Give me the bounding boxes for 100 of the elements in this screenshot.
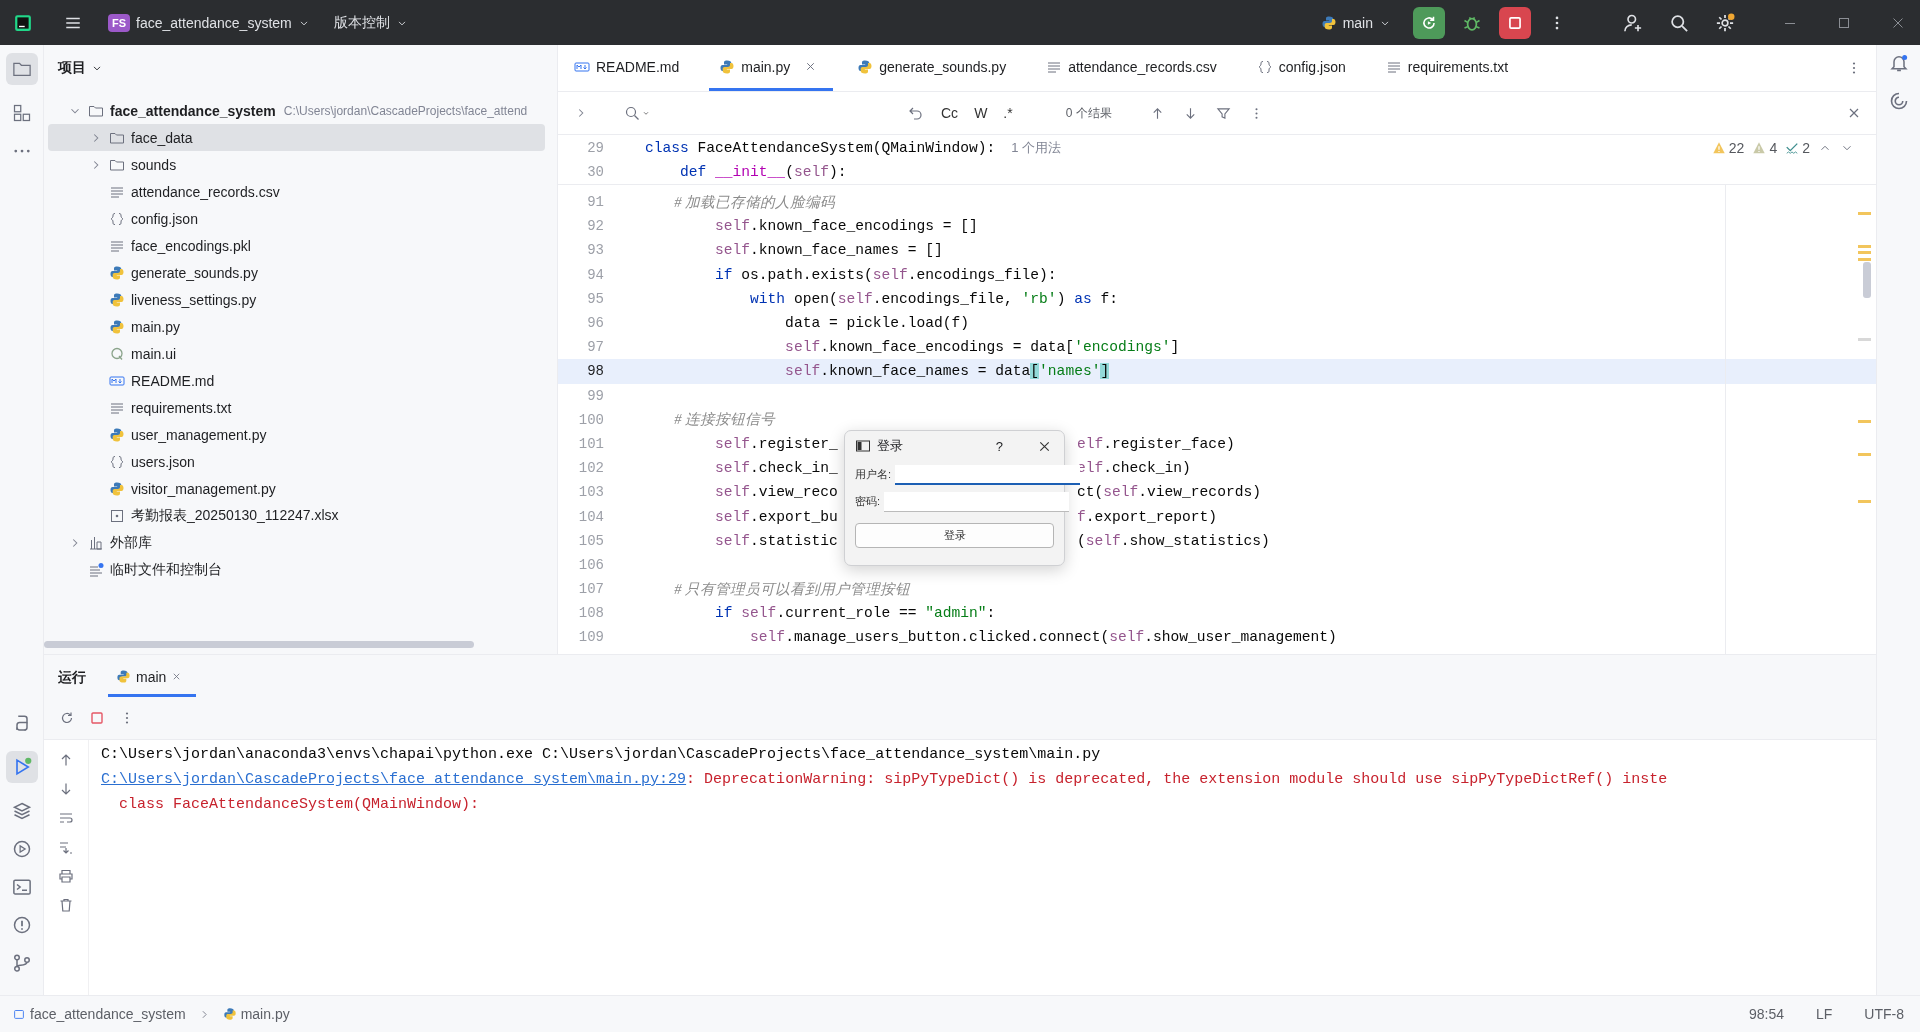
file-encoding[interactable]: UTF-8 (1864, 1006, 1904, 1022)
search-option-toggle[interactable]: W (971, 103, 991, 123)
app-logo-icon[interactable] (14, 13, 32, 32)
code-line: ct(self.view_records) (1077, 484, 1261, 501)
tree-item[interactable]: face_encodings.pkl (48, 232, 545, 259)
tree-item[interactable]: attendance_records.csv (48, 178, 545, 205)
braces-icon (1256, 58, 1273, 75)
caret-position[interactable]: 98:54 (1748, 1006, 1784, 1022)
tree-item[interactable]: visitor_management.py (48, 475, 545, 502)
editor-tab[interactable]: main.py (709, 45, 834, 91)
panel-title[interactable]: 项目 (58, 58, 103, 77)
code-line: self.view_reco (714, 484, 838, 501)
tab-label: requirements.txt (1407, 58, 1509, 75)
line-ending[interactable]: LF (1816, 1006, 1833, 1022)
project-switcher[interactable]: FS face_attendance_system (100, 8, 318, 37)
structure-icon[interactable] (11, 103, 32, 123)
editor-tab[interactable]: README.md (564, 45, 696, 91)
tree-item[interactable]: sounds (48, 151, 545, 178)
inspection-counter[interactable]: 22 (1711, 140, 1745, 156)
file-name: main.py (131, 318, 181, 335)
tree-item[interactable]: 外部库 (48, 529, 545, 556)
code-line: # 加载已存储的人脸编码 (673, 192, 836, 212)
layers-icon[interactable] (11, 801, 32, 821)
editor-tab[interactable]: generate_sounds.py (847, 45, 1023, 91)
inspection-counter[interactable]: 2 (1785, 140, 1810, 156)
stop-icon[interactable] (89, 710, 105, 726)
tree-item[interactable]: generate_sounds.py (48, 259, 545, 286)
terminal-icon[interactable] (11, 877, 32, 897)
tree-item[interactable]: users.json (48, 448, 545, 475)
scratch-icon (88, 561, 104, 578)
tree-item[interactable]: liveness_settings.py (48, 286, 545, 313)
project-tool-button[interactable] (5, 53, 38, 85)
run-config-selector[interactable]: main (1312, 9, 1399, 36)
tree-item[interactable]: README.md (48, 367, 545, 394)
warning-icon (1711, 141, 1726, 155)
editor-tab[interactable]: config.json (1246, 45, 1362, 91)
caret-icon (642, 109, 650, 117)
tree-item[interactable]: main.py (48, 313, 545, 340)
scrollbar[interactable] (44, 641, 474, 648)
code-line: def __init__(self): (679, 164, 847, 181)
stop-button[interactable] (1499, 6, 1531, 39)
problems-icon[interactable] (11, 915, 32, 935)
search-option-toggle[interactable]: Cc (938, 103, 962, 123)
input-field[interactable] (895, 464, 1081, 485)
help-button[interactable]: ? (995, 438, 1003, 454)
login-button[interactable]: 登录 (855, 523, 1054, 548)
add-user-icon[interactable] (1623, 12, 1643, 33)
usage-hint[interactable]: 1 个用法 (1011, 139, 1062, 158)
git-branch-icon[interactable] (11, 953, 32, 973)
editor-tab[interactable]: requirements.txt (1375, 45, 1525, 91)
console-line: : DeprecationWarning: sipPyTypeDict() is deprecated, the extension module should use sipPyTypeDictRef() inste (686, 771, 1668, 788)
tree-item[interactable]: face_attendance_system C:\Users\jordan\CascadeProjects\face_attend (48, 97, 545, 124)
filter-icon[interactable] (1215, 105, 1231, 121)
notifications-icon[interactable] (1888, 53, 1909, 73)
rerun-button[interactable] (1413, 6, 1445, 39)
input-field[interactable] (884, 491, 1070, 512)
vcs-menu[interactable]: 版本控制 (325, 8, 416, 37)
soft-wrap-icon[interactable] (58, 810, 74, 826)
code-line: # 连接按钮信号 (673, 410, 776, 430)
file-name: liveness_settings.py (131, 291, 257, 308)
breadcrumb[interactable]: face_attendance_system (12, 1006, 186, 1022)
tree-item[interactable]: user_management.py (48, 421, 545, 448)
code-line: (self.show_statistics) (1077, 532, 1270, 549)
editor-tab[interactable]: attendance_records.csv (1036, 45, 1233, 91)
tree-item[interactable]: requirements.txt (48, 394, 545, 421)
line-number: 108 (577, 605, 604, 622)
line-number: 104 (577, 508, 604, 525)
file-name: requirements.txt (131, 399, 232, 416)
file-name: 临时文件和控制台 (110, 560, 222, 579)
tree-item[interactable]: 临时文件和控制台 (48, 556, 545, 583)
search-option-toggle[interactable]: .* (1000, 103, 1016, 123)
scroll-to-end-icon[interactable] (58, 839, 74, 855)
tree-item[interactable]: main.ui (48, 340, 545, 367)
result-count: 0 个结果 (1065, 104, 1112, 122)
tree-item[interactable]: 考勤报表_20250130_112247.xlsx (48, 502, 545, 529)
print-icon[interactable] (58, 868, 74, 884)
field-label: 用户名: (855, 467, 892, 482)
settings-icon[interactable] (1715, 12, 1735, 33)
tab-label: config.json (1278, 58, 1346, 75)
scrollbar[interactable] (1863, 262, 1871, 298)
inspection-counter[interactable]: 4 (1752, 140, 1778, 156)
tab-label: attendance_records.csv (1068, 58, 1217, 75)
file-name: generate_sounds.py (131, 264, 258, 281)
breadcrumb[interactable]: main.py (222, 1006, 290, 1022)
search-icon[interactable] (1669, 12, 1689, 33)
braces-icon (109, 210, 125, 227)
code-line: if os.path.exists(self.encodings_file): (714, 266, 1057, 283)
tree-item[interactable]: face_data (48, 124, 545, 151)
assistant-icon[interactable] (1888, 91, 1909, 111)
trash-icon[interactable] (58, 897, 74, 913)
console-line: class FaceAttendanceSystem(QMainWindow): (118, 796, 480, 813)
tab-label: README.md (596, 58, 680, 75)
code-line: self.known_face_names = data['names'] (784, 363, 1110, 380)
python-icon (109, 426, 125, 443)
file-link[interactable]: C:\Users\jordan\CascadeProjects\face_attendance_system\main.py:29 (101, 771, 687, 788)
undo-icon[interactable] (908, 105, 924, 121)
services-icon[interactable] (11, 839, 32, 859)
run-tool-button[interactable] (5, 751, 38, 783)
rerun-icon[interactable] (59, 710, 75, 726)
tree-item[interactable]: config.json (48, 205, 545, 232)
